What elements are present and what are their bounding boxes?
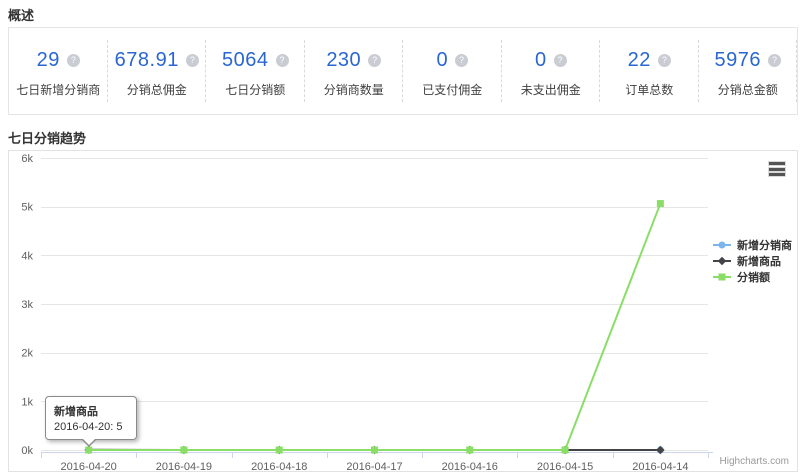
help-icon[interactable]: ?	[368, 54, 381, 67]
stat-label: 已支付佣金	[403, 81, 502, 98]
chart-context-menu-icon[interactable]	[769, 162, 785, 176]
svg-text:5k: 5k	[21, 202, 33, 214]
legend-item-new-distributors[interactable]: 新增分销商	[713, 237, 792, 253]
svg-text:4k: 4k	[21, 250, 33, 262]
help-icon[interactable]: ?	[186, 54, 199, 67]
stat-card-paid-commission: 0 ? 已支付佣金	[403, 28, 502, 114]
stat-card-sales-7d: 5064 ? 七日分销额	[206, 28, 305, 114]
tooltip-value: 2016-04-20: 5	[54, 421, 127, 433]
svg-text:1k: 1k	[21, 396, 33, 408]
svg-text:2016-04-16: 2016-04-16	[442, 461, 498, 471]
svg-text:2k: 2k	[21, 348, 33, 360]
stat-label: 未支出佣金	[502, 81, 601, 98]
stat-value: 5064	[222, 49, 269, 72]
help-icon[interactable]: ?	[658, 54, 671, 67]
stat-card-total-orders: 22 ? 订单总数	[600, 28, 699, 114]
svg-text:3k: 3k	[21, 299, 33, 311]
stat-value: 5976	[715, 49, 762, 72]
svg-text:2016-04-20: 2016-04-20	[61, 461, 117, 471]
legend-label: 分销额	[737, 269, 770, 285]
svg-text:6k: 6k	[21, 153, 33, 165]
legend-label: 新增分销商	[737, 237, 792, 253]
legend-item-sales-amount[interactable]: 分销额	[713, 269, 792, 285]
stat-label: 订单总数	[600, 81, 699, 98]
svg-text:0k: 0k	[21, 445, 33, 457]
help-icon[interactable]: ?	[67, 54, 80, 67]
overview-title: 概述	[8, 5, 34, 24]
stat-label: 分销商数量	[305, 81, 404, 98]
stat-value: 0	[535, 49, 547, 72]
stat-card-distributor-count: 230 ? 分销商数量	[305, 28, 404, 114]
legend-marker-icon	[713, 240, 733, 250]
stat-label: 七日分销额	[206, 81, 305, 98]
highcharts-credits-link[interactable]: Highcharts.com	[720, 456, 789, 467]
stat-value: 29	[37, 49, 60, 72]
legend-label: 新增商品	[737, 253, 781, 269]
stat-value: 0	[436, 49, 448, 72]
legend-marker-icon	[713, 272, 733, 282]
help-icon[interactable]: ?	[768, 54, 781, 67]
svg-text:2016-04-15: 2016-04-15	[537, 461, 593, 471]
stat-value: 678.91	[115, 49, 179, 72]
tooltip-series-name: 新增商品	[54, 403, 127, 419]
stat-card-unpaid-commission: 0 ? 未支出佣金	[502, 28, 601, 114]
trend-chart-panel: 0k 1k 2k 3k 4k 5k 6k 2016-04-20 2016-04-19 2016-0…	[8, 150, 798, 472]
trend-chart-title: 七日分销趋势	[8, 128, 86, 147]
stat-label: 七日新增分销商	[9, 81, 108, 98]
chart-legend: 新增分销商 新增商品 分销额	[713, 237, 792, 285]
svg-text:2016-04-14: 2016-04-14	[632, 461, 688, 471]
svg-text:2016-04-19: 2016-04-19	[156, 461, 212, 471]
stat-card-new-distributors-7d: 29 ? 七日新增分销商	[9, 28, 108, 114]
svg-text:2016-04-17: 2016-04-17	[346, 461, 402, 471]
stat-label: 分销总佣金	[108, 81, 207, 98]
stat-value: 22	[628, 49, 651, 72]
stats-panel: 29 ? 七日新增分销商 678.91 ? 分销总佣金 5064 ? 七日分销额…	[8, 27, 798, 115]
stat-card-total-amount: 5976 ? 分销总金额	[699, 28, 798, 114]
help-icon[interactable]: ?	[455, 54, 468, 67]
stat-card-total-commission: 678.91 ? 分销总佣金	[108, 28, 207, 114]
help-icon[interactable]: ?	[554, 54, 567, 67]
stat-label: 分销总金额	[699, 81, 798, 98]
chart-tooltip: 新增商品 2016-04-20: 5	[45, 396, 137, 440]
svg-text:2016-04-18: 2016-04-18	[251, 461, 307, 471]
stat-value: 230	[326, 49, 361, 72]
help-icon[interactable]: ?	[276, 54, 289, 67]
legend-item-new-products[interactable]: 新增商品	[713, 253, 792, 269]
legend-marker-icon	[713, 256, 733, 266]
